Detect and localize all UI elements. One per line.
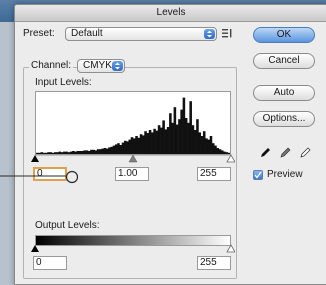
output-white-field[interactable]: 255 [197,256,231,270]
histogram-bar [171,122,174,154]
black-eyedropper-icon[interactable] [259,147,271,159]
histogram-bar [193,130,197,154]
preset-value: Default [71,28,103,39]
histogram-bar [184,118,188,154]
input-slider-track[interactable] [31,152,235,164]
histogram-bar [160,127,163,154]
channel-value: CMYK [83,60,112,71]
output-black-slider[interactable] [31,245,39,252]
input-levels-label: Input Levels: [35,77,92,88]
input-gamma-field[interactable]: 1.00 [115,167,149,181]
histogram-bar [144,131,147,154]
options-button[interactable]: Options... [253,111,315,127]
histogram-bar [198,132,201,154]
ok-button[interactable]: OK [253,27,315,43]
dialog-title: Levels [15,5,326,22]
histogram-bar [169,113,172,154]
histogram-bar [162,120,165,154]
histogram-bar [189,101,192,154]
histogram-bar [166,127,170,154]
white-eyedropper-icon[interactable] [299,147,311,159]
list-menu-icon[interactable] [222,28,234,42]
levels-dialog: Levels Preset: Default Channel: CMYK Inp… [14,4,326,285]
preset-label: Preset: [23,28,55,39]
histogram-bar [173,107,177,154]
preview-checkbox[interactable] [253,170,263,180]
histogram-bar [178,119,181,154]
preset-select[interactable]: Default [65,27,217,41]
auto-button[interactable]: Auto [253,85,315,101]
channel-label: Channel: [29,60,74,71]
histogram-bar [146,133,150,154]
histogram-bar [196,119,199,154]
histogram-plot [36,97,231,154]
input-white-field[interactable]: 255 [197,167,231,181]
gray-eyedropper-icon[interactable] [279,147,291,159]
checkmark-icon [254,171,262,179]
output-black-field[interactable]: 0 [33,256,67,270]
callout-pointer [0,170,79,184]
histogram-bar [187,122,190,154]
chevron-updown-icon [112,61,123,71]
histogram-bar [155,130,159,154]
histogram [35,91,231,155]
histogram-bar [153,128,156,154]
histogram-bar [164,129,168,154]
output-white-slider[interactable] [226,244,235,253]
chevron-updown-icon [204,29,215,39]
histogram-bar [180,109,183,154]
histogram-bar [151,132,154,154]
preview-label: Preview [267,169,303,180]
white-point-slider[interactable] [226,154,235,163]
histogram-bar [148,130,152,154]
histogram-bar [175,124,179,154]
channel-select[interactable]: CMYK [77,59,125,73]
histogram-bar [202,131,206,154]
histogram-bar [182,97,186,154]
cancel-button[interactable]: Cancel [253,53,315,69]
gamma-slider[interactable] [128,154,138,163]
histogram-bar [191,125,195,154]
output-levels-label: Output Levels: [35,220,100,231]
output-slider-track[interactable] [31,244,235,254]
histogram-bar [157,125,161,154]
black-point-slider[interactable] [31,155,39,162]
